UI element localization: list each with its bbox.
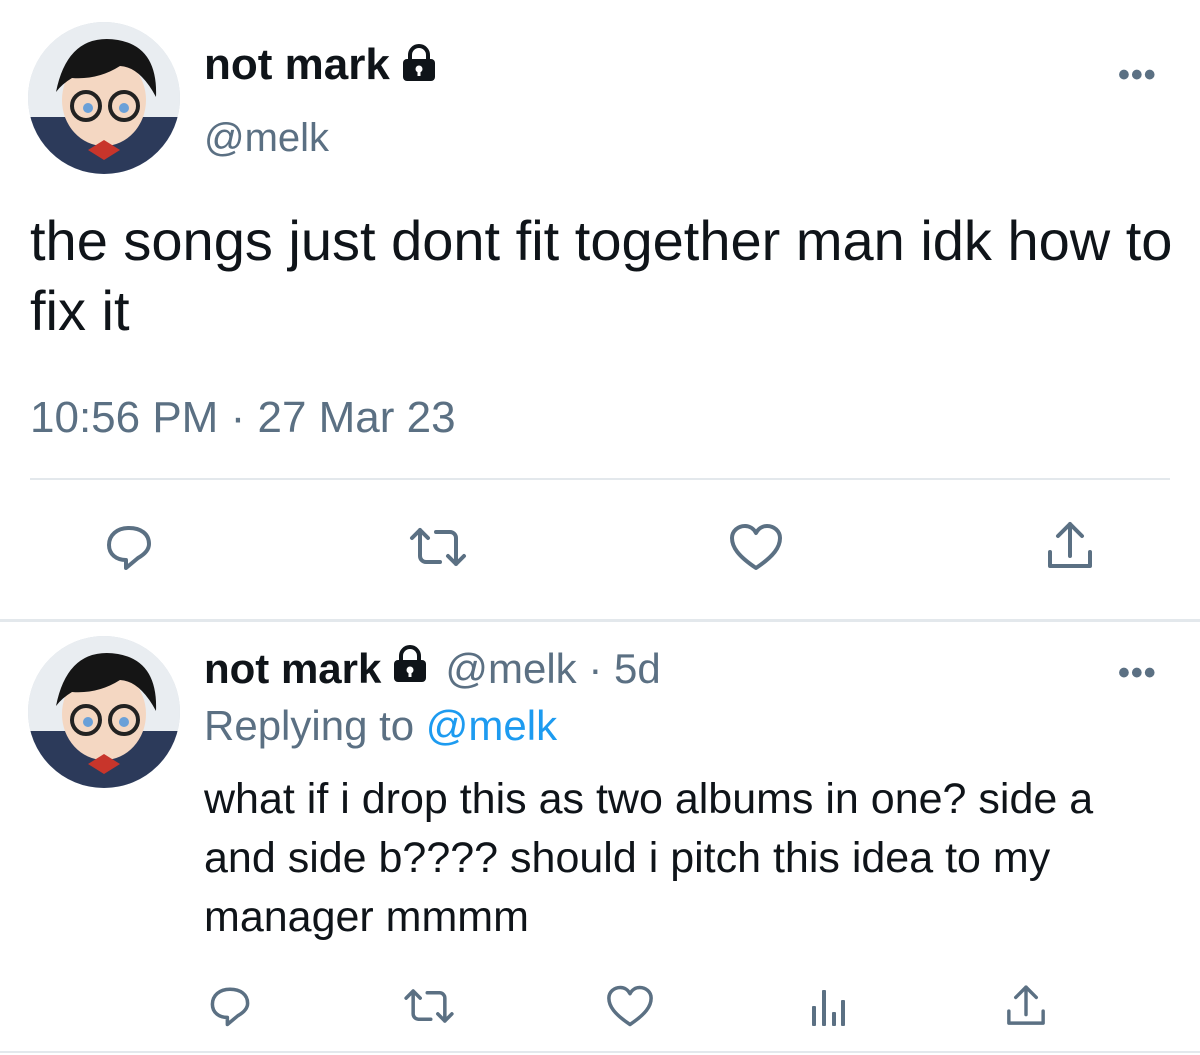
separator-dot: ·	[230, 393, 258, 442]
share-icon	[1048, 522, 1092, 568]
timestamp-row: 10:56 PM · 27 Mar 23	[30, 393, 456, 443]
replying-to-row: Replying to @melk	[204, 702, 557, 750]
like-button[interactable]	[726, 520, 786, 574]
divider	[30, 478, 1170, 480]
retweet-icon	[404, 989, 454, 1023]
analytics-button[interactable]	[804, 982, 852, 1030]
handle[interactable]: @melk	[445, 645, 576, 693]
more-options-button[interactable]: •••	[1118, 656, 1157, 690]
bottom-divider	[0, 1051, 1200, 1053]
heart-icon	[607, 985, 653, 1027]
retweet-button[interactable]	[402, 982, 456, 1030]
share-button[interactable]	[1040, 516, 1100, 576]
more-options-button[interactable]: •••	[1118, 58, 1157, 92]
avatar-main[interactable]	[28, 22, 180, 174]
display-name[interactable]: not mark	[204, 40, 390, 90]
display-name[interactable]: not mark	[204, 645, 381, 693]
retweet-button[interactable]	[408, 520, 468, 574]
avatar-image	[28, 22, 180, 174]
tweet-time[interactable]: 10:56 PM	[30, 393, 218, 442]
reply-button[interactable]	[102, 520, 156, 574]
tweet-age[interactable]: 5d	[614, 645, 661, 693]
reply-icon	[210, 987, 250, 1027]
reply-header-row: not mark @melk · 5d	[204, 642, 661, 696]
retweet-icon	[410, 528, 466, 566]
lock-icon	[391, 644, 429, 694]
separator-dot: ·	[576, 645, 615, 692]
like-button[interactable]	[604, 982, 656, 1030]
reply-icon	[107, 526, 151, 570]
replying-to-label: Replying to	[204, 702, 415, 749]
heart-icon	[730, 524, 782, 570]
handle[interactable]: @melk	[204, 116, 329, 161]
tweet-text: the songs just dont fit together man idk…	[30, 209, 1173, 342]
section-divider	[0, 619, 1200, 622]
avatar-image	[28, 636, 180, 788]
reply-button[interactable]	[206, 982, 254, 1030]
tweet-date[interactable]: 27 Mar 23	[257, 393, 455, 442]
share-icon	[1007, 985, 1045, 1025]
reply-text: what if i drop this as two albums in one…	[204, 775, 1094, 941]
display-name-row: not mark	[204, 38, 438, 92]
lock-icon	[400, 43, 438, 88]
analytics-icon	[812, 990, 845, 1026]
replying-to-link[interactable]: @melk	[426, 702, 557, 749]
share-button[interactable]	[1000, 980, 1052, 1032]
avatar-reply[interactable]	[28, 636, 180, 788]
